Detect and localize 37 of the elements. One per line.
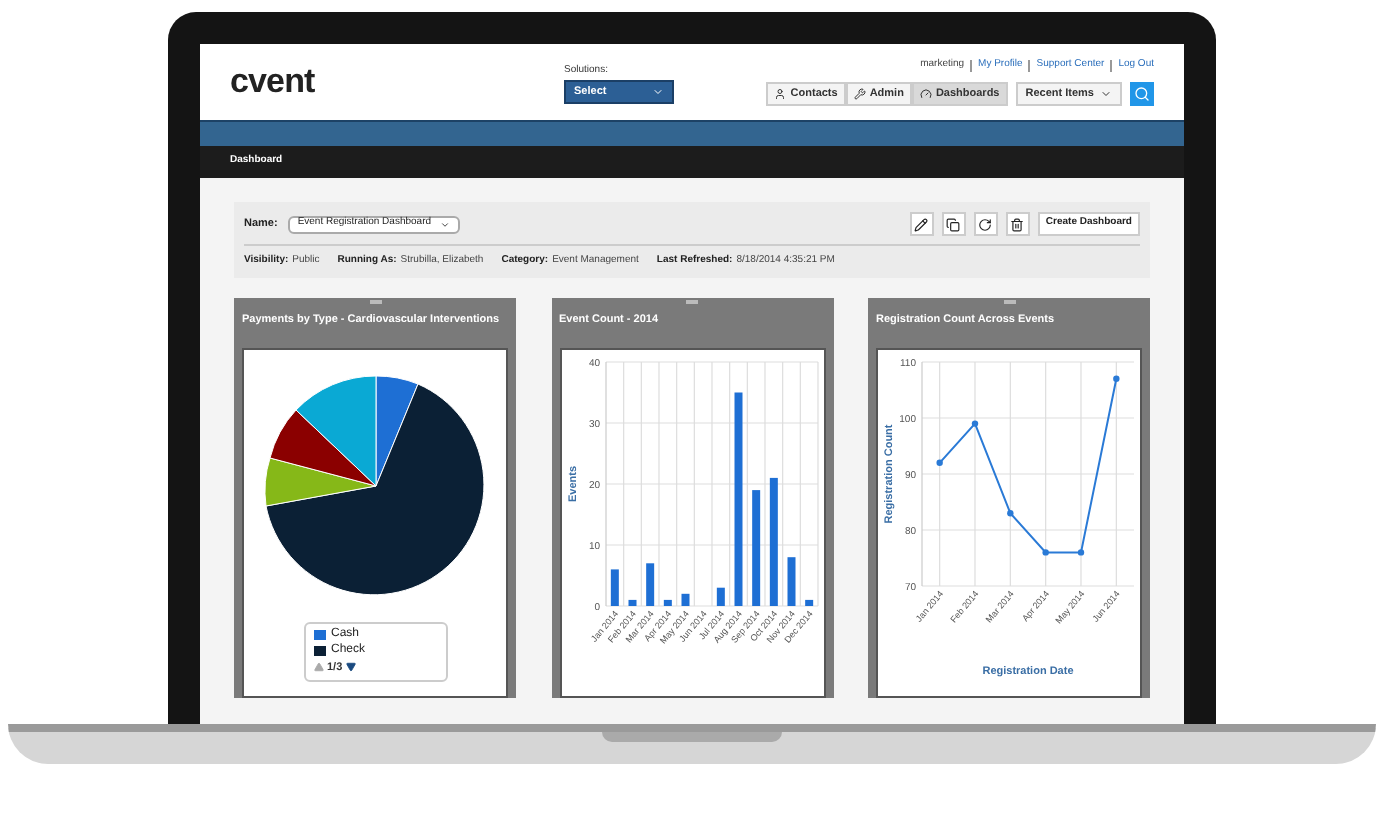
nav-icon: [853, 87, 866, 100]
data-point: [971, 419, 979, 427]
caret-icon: [439, 219, 450, 229]
bar: [662, 599, 671, 606]
bar: [768, 477, 777, 606]
caret-icon: [652, 86, 664, 99]
drag-handle-icon[interactable]: [1003, 299, 1015, 303]
drag-handle-icon[interactable]: [369, 299, 381, 303]
bar: [715, 587, 724, 606]
bar: [804, 599, 813, 606]
search-icon: [1134, 85, 1150, 102]
toolbar-icon: [1010, 217, 1025, 231]
data-point: [1113, 375, 1120, 382]
toolbar-button[interactable]: [909, 212, 934, 236]
toolbar-icon: [978, 217, 993, 231]
caret-icon: [1100, 87, 1112, 100]
toolbar-icon: [946, 217, 961, 231]
data-point: [1042, 548, 1049, 556]
drag-handle-icon[interactable]: [686, 299, 698, 303]
bar: [751, 489, 760, 606]
triangle-icon[interactable]: [346, 662, 357, 673]
nav-icon: [919, 87, 932, 100]
bar: [645, 562, 654, 606]
bar: [786, 556, 795, 606]
bar: [609, 568, 618, 606]
bar: [627, 599, 636, 606]
logo: cvent: [230, 60, 317, 105]
toolbar-button[interactable]: [941, 212, 966, 236]
bar: [680, 593, 689, 606]
toolbar-icon: [914, 217, 929, 231]
toolbar-button[interactable]: [973, 212, 998, 236]
data-point: [1077, 548, 1085, 556]
toolbar-button[interactable]: [1005, 212, 1030, 236]
data-point: [1007, 509, 1014, 516]
data-point: [936, 459, 943, 466]
search-button[interactable]: [1130, 81, 1154, 106]
nav-icon: [774, 87, 787, 100]
